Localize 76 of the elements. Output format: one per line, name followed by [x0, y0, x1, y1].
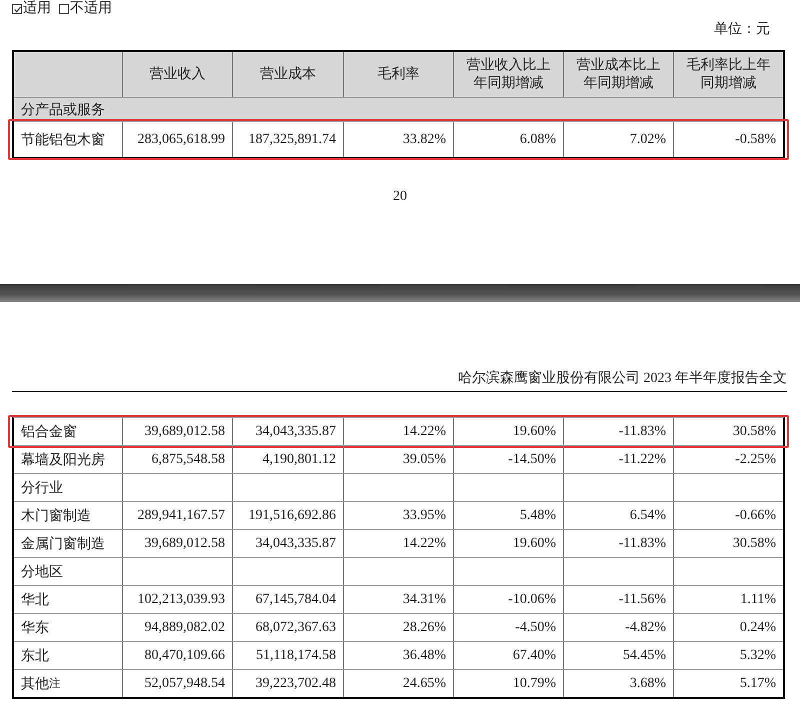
table-cell: 28.26% [343, 614, 453, 641]
table-cell: 6,875,548.58 [122, 446, 232, 473]
table-cell: 4,190,801.12 [232, 446, 343, 473]
table-cell: 1.11% [673, 586, 783, 613]
table-cell: 289,941,167.57 [122, 502, 232, 529]
table-cell: -11.83% [563, 530, 673, 557]
table-cell: 102,213,039.93 [122, 586, 232, 613]
table-cell: 33.95% [343, 502, 453, 529]
table-cell: 39.05% [343, 446, 453, 473]
column-header: 营业成本 [232, 52, 343, 97]
column-header: 毛利率 [343, 52, 453, 97]
table-cell: 19.60% [453, 530, 563, 557]
table-cell: 5.48% [453, 502, 563, 529]
row-label: 节能铝包木窗 [20, 131, 106, 150]
table-cell: 283,065,618.99 [122, 122, 232, 157]
table-cell: -11.22% [563, 446, 673, 473]
table-cell: -11.83% [563, 418, 673, 445]
table-cell: 5.32% [673, 642, 783, 669]
table-cell: 54.45% [563, 642, 673, 669]
table-cell: 24.65% [343, 670, 453, 697]
table-cell: 7.02% [563, 122, 673, 157]
table-cell: 51,118,174.58 [232, 642, 343, 669]
column-header: 营业收入 [122, 52, 232, 97]
table-cell: 6.54% [563, 502, 673, 529]
table-cell: 187,325,891.74 [232, 122, 343, 157]
running-header: 哈尔滨森鹰窗业股份有限公司 2023 年半年度报告全文 [12, 370, 787, 392]
table-cell: 30.58% [673, 418, 783, 445]
table-cell: 36.48% [343, 642, 453, 669]
table-cell: 6.08% [453, 122, 563, 157]
table-cell: 30.58% [673, 530, 783, 557]
table-cell: 68,072,367.63 [232, 614, 343, 641]
page-number: 20 [392, 189, 408, 205]
table-cell: 67.40% [453, 642, 563, 669]
row-label: 铝合金窗 [20, 423, 78, 442]
table-cell: -4.82% [563, 614, 673, 641]
column-header: 营业收入比上年同期增减 [453, 52, 563, 97]
column-header: 营业成本比上年同期增减 [563, 52, 673, 97]
table-cell: 5.17% [673, 670, 783, 697]
table-cell: 39,689,012.58 [122, 418, 232, 445]
table-cell: 39,223,702.48 [232, 670, 343, 697]
row-label: 分地区 [20, 564, 64, 582]
table-cell: 3.68% [563, 670, 673, 697]
table-cell: -10.06% [453, 586, 563, 613]
table-cell: 52,057,948.54 [122, 670, 232, 697]
table-cell: -4.50% [453, 614, 563, 641]
table-cell: 80,470,109.66 [122, 642, 232, 669]
row-label: 东北 [20, 647, 50, 666]
table-cell: 33.82% [343, 122, 453, 157]
row-label: 分行业 [20, 480, 64, 498]
table-cell: 14.22% [343, 530, 453, 557]
table-cell: 19.60% [453, 418, 563, 445]
row-label: 幕墙及阳光房 [20, 451, 106, 470]
row-label: 金属门窗制造 [20, 535, 106, 554]
column-header: 毛利率比上年同期增减 [673, 52, 783, 97]
table-cell: 0.24% [673, 614, 783, 641]
table-cell: 191,516,692.86 [232, 502, 343, 529]
option-label: 不适用 [70, 1, 112, 16]
row-label: 木门窗制造 [20, 507, 92, 526]
option-label: 适用 [23, 1, 51, 16]
table-cell: 39,689,012.58 [122, 530, 232, 557]
table-cell: 34,043,335.87 [232, 418, 343, 445]
table-cell: 94,889,082.02 [122, 614, 232, 641]
table-cell: -14.50% [453, 446, 563, 473]
table-cell: -0.58% [673, 122, 783, 157]
table-cell: 34.31% [343, 586, 453, 613]
table-cell: 67,145,784.04 [232, 586, 343, 613]
row-label: 华北 [20, 592, 50, 610]
unit-label: 单位：元 [713, 20, 771, 39]
table-cell: 10.79% [453, 670, 563, 697]
table-cell: -0.66% [673, 502, 783, 529]
table-cell: -11.56% [563, 586, 673, 613]
table-cell: 14.22% [343, 418, 453, 445]
row-label: 华东 [20, 619, 50, 638]
table-cell: -2.25% [673, 446, 783, 473]
table-cell: 34,043,335.87 [232, 530, 343, 557]
section-label: 分产品或服务 [14, 98, 783, 121]
